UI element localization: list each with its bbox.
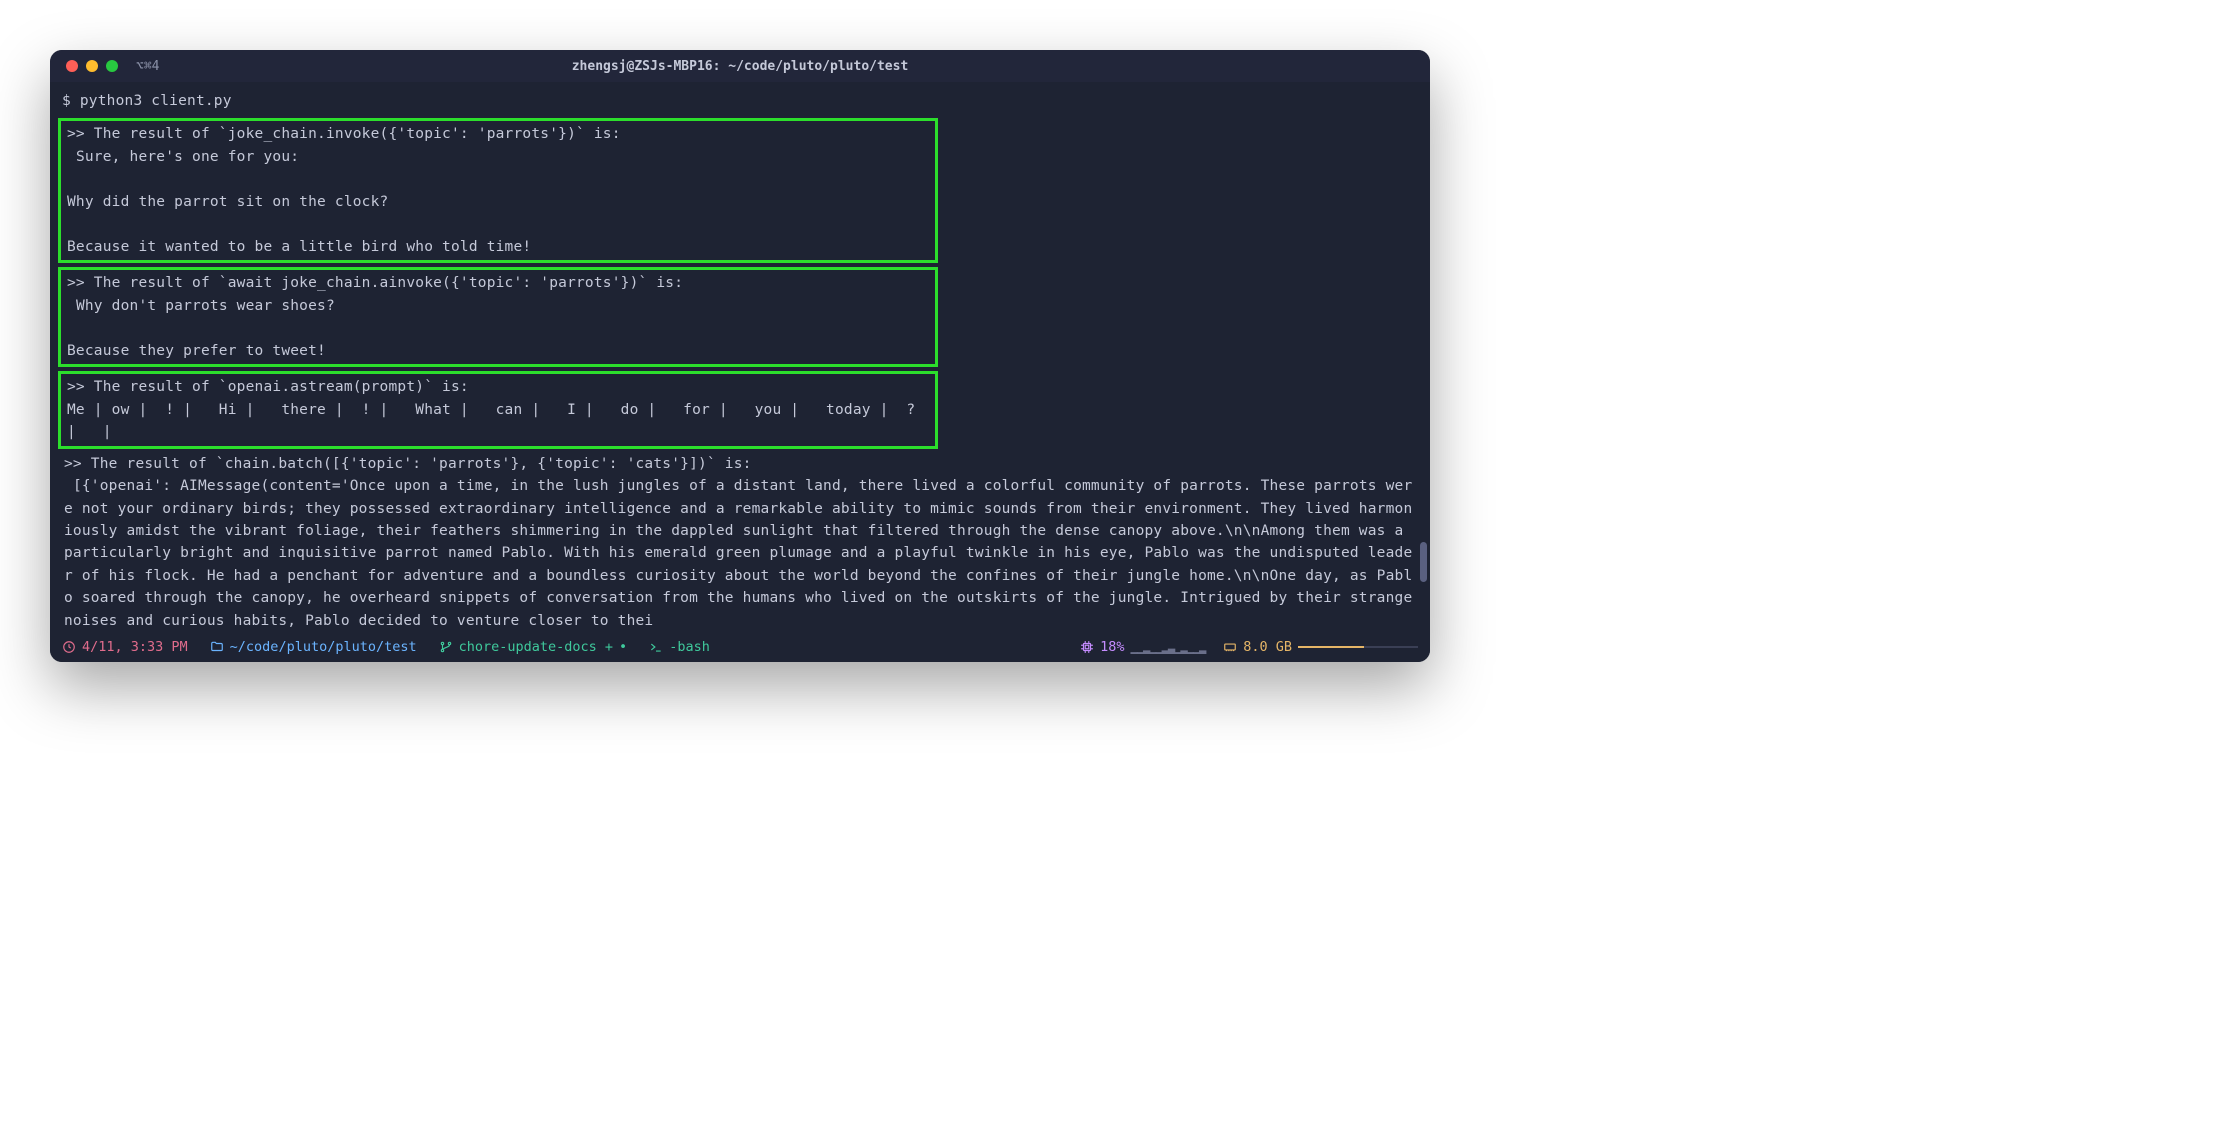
terminal-window: ⌥⌘4 zhengsj@ZSJs-MBP16: ~/code/pluto/plu… (50, 50, 1430, 662)
status-ram-text: 8.0 GB (1243, 639, 1292, 655)
output-block-invoke: >> The result of `joke_chain.invoke({'to… (58, 118, 938, 263)
status-ram: 8.0 GB (1223, 639, 1418, 655)
folder-icon (210, 640, 224, 654)
output-block-astream: >> The result of `openai.astream(prompt)… (58, 371, 938, 448)
status-cpu-text: 18% (1100, 639, 1124, 655)
status-time-text: 4/11, 3:33 PM (82, 639, 188, 655)
titlebar: ⌥⌘4 zhengsj@ZSJs-MBP16: ~/code/pluto/plu… (50, 50, 1430, 82)
status-cpu: 18% ▁▁▂▁▁▂▃▁▂▁▁▂ (1080, 639, 1205, 655)
ram-bar (1298, 646, 1418, 648)
command-line: $ python3 client.py (58, 90, 1422, 114)
close-button[interactable] (66, 60, 78, 72)
cpu-sparkline: ▁▁▂▁▁▂▃▁▂▁▁▂ (1131, 640, 1206, 654)
output-block-batch: >> The result of `chain.batch([{'topic':… (58, 453, 1422, 633)
clock-icon (62, 640, 76, 654)
status-branch-text: chore-update-docs + (459, 639, 613, 655)
terminal-body[interactable]: $ python3 client.py >> The result of `jo… (50, 82, 1430, 636)
shell-icon (649, 640, 663, 654)
status-branch-dot: • (619, 639, 627, 655)
cpu-icon (1080, 640, 1094, 654)
maximize-button[interactable] (106, 60, 118, 72)
ram-icon (1223, 640, 1237, 654)
traffic-lights (66, 60, 118, 72)
output-block-ainvoke: >> The result of `await joke_chain.ainvo… (58, 267, 938, 367)
window-title: zhengsj@ZSJs-MBP16: ~/code/pluto/pluto/t… (572, 59, 909, 74)
status-time: 4/11, 3:33 PM (62, 639, 188, 655)
status-shell: -bash (649, 639, 710, 655)
status-git-branch: chore-update-docs + • (439, 639, 628, 655)
git-branch-icon (439, 640, 453, 654)
minimize-button[interactable] (86, 60, 98, 72)
status-path-text: ~/code/pluto/pluto/test (230, 639, 417, 655)
status-path: ~/code/pluto/pluto/test (210, 639, 417, 655)
status-shell-text: -bash (669, 639, 710, 655)
scrollbar-thumb[interactable] (1420, 542, 1427, 582)
statusbar: 4/11, 3:33 PM ~/code/pluto/pluto/test ch… (50, 636, 1430, 662)
tab-shortcut-indicator: ⌥⌘4 (136, 59, 159, 74)
